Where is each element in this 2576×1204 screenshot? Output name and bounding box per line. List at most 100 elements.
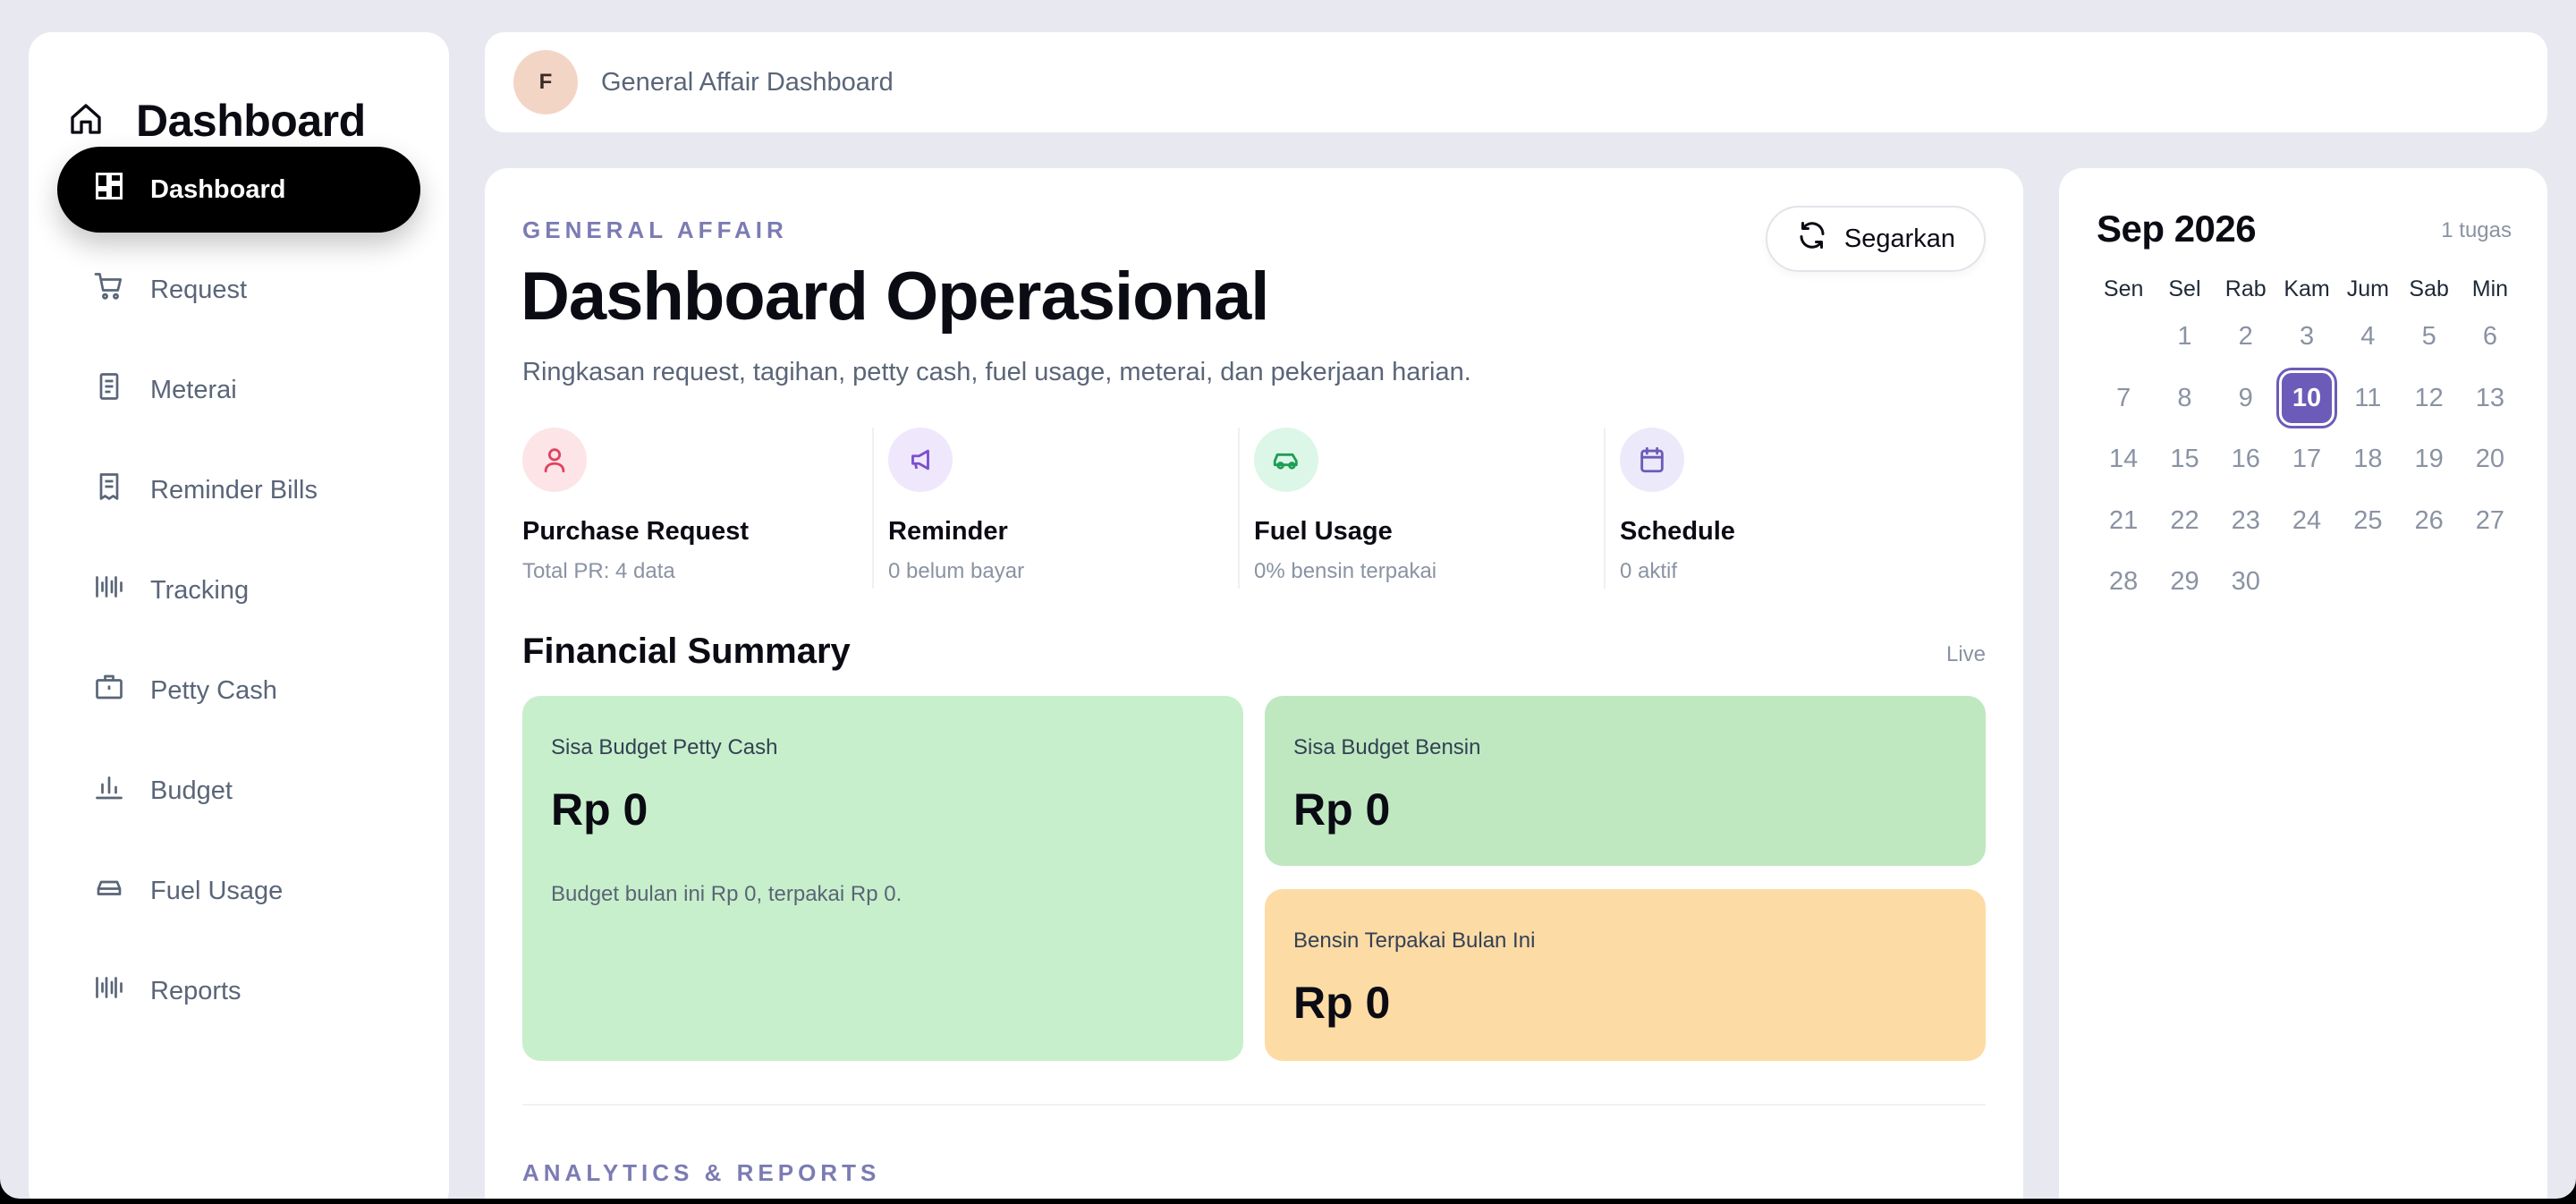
document-icon [93, 370, 125, 410]
calendar-day-number: 29 [2170, 567, 2199, 597]
sidebar-item-petty-cash[interactable]: Petty Cash [57, 648, 420, 733]
calendar-day[interactable]: 30 [2216, 551, 2276, 613]
live-status: Live [1945, 642, 1986, 666]
user-icon [522, 428, 587, 492]
sidebar-brand-title: Dashboard [136, 96, 366, 146]
stat-schedule[interactable]: Schedule 0 aktif [1604, 428, 1986, 589]
calendar-day[interactable]: 20 [2460, 428, 2521, 490]
calendar-day[interactable]: 28 [2093, 551, 2154, 613]
stat-title: Reminder [888, 517, 1008, 546]
calendar-day-number: 12 [2414, 383, 2444, 412]
calendar-weekday: Sab [2409, 276, 2449, 301]
calendar-blank [2093, 306, 2154, 368]
page-title: General Affair Dashboard [601, 67, 894, 97]
calendar-day-number: 21 [2109, 505, 2139, 535]
car-icon [1254, 428, 1318, 492]
car-icon [93, 871, 125, 911]
sidebar-item-label: Reports [150, 976, 242, 1005]
calendar-day-number: 23 [2231, 505, 2260, 535]
card-value: Rp 0 [1293, 784, 1391, 835]
calendar-day[interactable]: 19 [2398, 428, 2459, 490]
sidebar-item-label: Request [150, 275, 248, 304]
calendar-day-number: 11 [2354, 383, 2382, 412]
calendar-day[interactable]: 9 [2216, 368, 2276, 429]
refresh-button[interactable]: Segarkan [1766, 206, 1986, 272]
calendar-day[interactable]: 1 [2154, 306, 2215, 368]
cart-icon [93, 270, 125, 309]
card-label: Sisa Budget Bensin [1293, 735, 1481, 759]
calendar-day-number: 13 [2475, 383, 2505, 412]
calendar-day[interactable]: 12 [2398, 368, 2459, 429]
calendar-day[interactable]: 5 [2398, 306, 2459, 368]
sidebar-item-budget[interactable]: Budget [57, 748, 420, 834]
sidebar-item-request[interactable]: Request [57, 247, 420, 333]
calendar-day[interactable]: 8 [2154, 368, 2215, 429]
sidebar-item-fuel-usage[interactable]: Fuel Usage [57, 848, 420, 934]
calendar-day[interactable]: 26 [2398, 490, 2459, 552]
refresh-label: Segarkan [1843, 224, 1956, 253]
calendar-day[interactable]: 15 [2154, 428, 2215, 490]
calendar-day[interactable]: 16 [2216, 428, 2276, 490]
card-value: Rp 0 [1293, 978, 1391, 1028]
calendar-day[interactable]: 13 [2460, 368, 2521, 429]
barcode-icon [93, 571, 125, 610]
calendar-day[interactable]: 18 [2337, 428, 2398, 490]
calendar-day[interactable]: 17 [2276, 428, 2337, 490]
sidebar-item-label: Meterai [150, 375, 237, 404]
calendar-day[interactable]: 23 [2216, 490, 2276, 552]
calendar-icon [1620, 428, 1684, 492]
calendar-day-number: 9 [2238, 383, 2253, 412]
calendar-day-number: 1 [2177, 322, 2192, 351]
megaphone-icon [888, 428, 953, 492]
calendar-day-number: 4 [2360, 322, 2376, 351]
sidebar-item-reminder-bills[interactable]: Reminder Bills [57, 447, 420, 533]
calendar-day-number: 20 [2475, 445, 2505, 474]
stats-row: Purchase Request Total PR: 4 data Remind… [522, 428, 1986, 589]
sidebar-brand[interactable]: Dashboard [68, 95, 366, 147]
calendar-day[interactable]: 21 [2093, 490, 2154, 552]
stat-fuel-usage[interactable]: Fuel Usage 0% bensin terpakai [1238, 428, 1620, 589]
sidebar-item-reports[interactable]: Reports [57, 948, 420, 1034]
calendar-task-count: 1 tugas [2441, 218, 2512, 242]
calendar-day[interactable]: 25 [2337, 490, 2398, 552]
card-value: Rp 0 [551, 784, 648, 835]
calendar-day-number: 8 [2177, 383, 2192, 412]
dashboard-subtitle: Ringkasan request, tagihan, petty cash, … [522, 358, 1471, 386]
sidebar-item-dashboard[interactable]: Dashboard [57, 147, 420, 233]
calendar-day-number: 5 [2421, 322, 2436, 351]
calendar-day[interactable]: 11 [2337, 368, 2398, 429]
card-fuel-budget[interactable]: Sisa Budget Bensin Rp 0 [1265, 696, 1986, 866]
calendar-day-number: 28 [2109, 567, 2139, 597]
calendar-day[interactable]: 22 [2154, 490, 2215, 552]
stat-subtitle: 0% bensin terpakai [1254, 559, 1437, 583]
calendar-weekday: Sen [2103, 276, 2144, 301]
calendar-weekday: Kam [2284, 276, 2330, 301]
sidebar: Dashboard Dashboard Request Meterai Remi [29, 32, 449, 1199]
sidebar-item-meterai[interactable]: Meterai [57, 347, 420, 433]
receipt-icon [93, 471, 125, 510]
calendar-day[interactable]: 3 [2276, 306, 2337, 368]
stat-subtitle: Total PR: 4 data [522, 559, 675, 583]
sidebar-item-tracking[interactable]: Tracking [57, 547, 420, 633]
calendar-day[interactable]: 6 [2460, 306, 2521, 368]
calendar-day-number: 18 [2353, 445, 2383, 474]
calendar-day[interactable]: 7 [2093, 368, 2154, 429]
stat-purchase-request[interactable]: Purchase Request Total PR: 4 data [522, 428, 888, 589]
calendar-day-today[interactable]: 10 [2276, 368, 2337, 429]
main-panel: GENERAL AFFAIR Dashboard Operasional Rin… [485, 168, 2023, 1199]
calendar-day-number: 14 [2109, 445, 2139, 474]
avatar[interactable]: F [513, 50, 578, 114]
calendar-day-number: 25 [2353, 505, 2383, 535]
calendar-day[interactable]: 2 [2216, 306, 2276, 368]
stat-reminder[interactable]: Reminder 0 belum bayar [872, 428, 1254, 589]
calendar-day[interactable]: 4 [2337, 306, 2398, 368]
calendar-weekday: Jum [2346, 276, 2389, 301]
card-fuel-used[interactable]: Bensin Terpakai Bulan Ini Rp 0 [1265, 889, 1986, 1061]
sidebar-item-label: Dashboard [150, 174, 286, 204]
card-petty-cash[interactable]: Sisa Budget Petty Cash Rp 0 Budget bulan… [522, 696, 1243, 1061]
calendar-day[interactable]: 29 [2154, 551, 2215, 613]
calendar-day[interactable]: 24 [2276, 490, 2337, 552]
stat-subtitle: 0 aktif [1620, 559, 1678, 583]
calendar-day[interactable]: 14 [2093, 428, 2154, 490]
calendar-day[interactable]: 27 [2460, 490, 2521, 552]
